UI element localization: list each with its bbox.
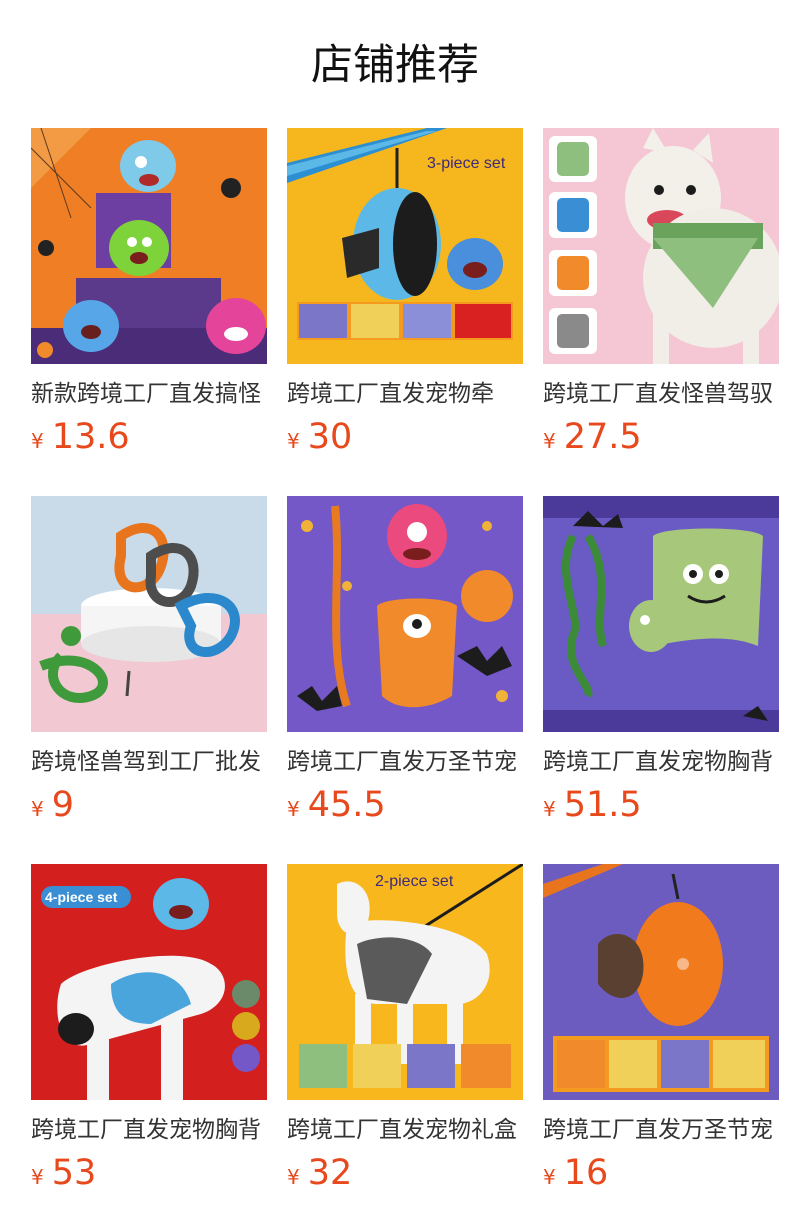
product-grid: 新款跨境工厂直发搞怪 ¥ 13.6 3-piece set 跨境工厂直发宠物牵 … (31, 128, 779, 1193)
currency-symbol: ¥ (31, 429, 44, 453)
product-card[interactable]: 跨境工厂直发宠物胸背 ¥ 51.5 (543, 496, 779, 825)
product-image-blue-harness-on-mannequin[interactable]: 4-piece set (31, 864, 267, 1100)
currency-symbol: ¥ (543, 797, 556, 821)
product-image-dog-leashes-display[interactable] (31, 496, 267, 732)
currency-symbol: ¥ (287, 797, 300, 821)
product-image-halloween-monster-plush-toys[interactable] (31, 128, 267, 364)
product-card[interactable]: 3-piece set 跨境工厂直发宠物牵 ¥ 30 (287, 128, 523, 457)
product-name[interactable]: 跨境工厂直发万圣节宠 (287, 745, 523, 779)
price-value: 16 (563, 1153, 609, 1193)
product-card[interactable]: 2-piece set 跨境工厂直发宠物礼盒 ¥ 32 (287, 864, 523, 1193)
product-price: ¥ 27.5 (543, 415, 642, 459)
product-price: ¥ 9 (31, 783, 74, 827)
price-value: 45.5 (307, 785, 386, 825)
product-card[interactable]: 4-piece set 跨境工厂直发宠物胸背 ¥ 53 (31, 864, 267, 1193)
page-title: 店铺推荐 (310, 40, 479, 89)
currency-symbol: ¥ (287, 1165, 300, 1189)
product-name[interactable]: 跨境怪兽驾到工厂批发 (31, 745, 267, 779)
price-value: 51.5 (563, 785, 642, 825)
product-price: ¥ 32 (287, 1151, 352, 1195)
set-count-label: 3-piece set (427, 155, 506, 172)
product-name[interactable]: 跨境工厂直发宠物胸背 (31, 1113, 267, 1147)
product-card[interactable]: 跨境工厂直发万圣节宠 ¥ 45.5 (287, 496, 523, 825)
product-image-bulldog-wearing-green-harness[interactable] (543, 128, 779, 364)
currency-symbol: ¥ (31, 1165, 44, 1189)
set-count-label: 2-piece set (375, 873, 454, 890)
currency-symbol: ¥ (287, 429, 300, 453)
price-value: 13.6 (51, 417, 130, 457)
product-image-gray-harness-on-mannequin[interactable]: 2-piece set (287, 864, 523, 1100)
product-name[interactable]: 跨境工厂直发万圣节宠 (543, 1113, 779, 1147)
price-value: 32 (307, 1153, 353, 1193)
product-card[interactable]: 跨境工厂直发怪兽驾驭 ¥ 27.5 (543, 128, 779, 457)
product-name[interactable]: 跨境工厂直发怪兽驾驭 (543, 377, 779, 411)
product-name[interactable]: 跨境工厂直发宠物礼盒 (287, 1113, 523, 1147)
product-price: ¥ 16 (543, 1151, 608, 1195)
product-card[interactable]: 跨境怪兽驾到工厂批发 ¥ 9 (31, 496, 267, 825)
price-value: 53 (51, 1153, 97, 1193)
price-value: 30 (307, 417, 353, 457)
currency-symbol: ¥ (543, 1165, 556, 1189)
currency-symbol: ¥ (543, 429, 556, 453)
currency-symbol: ¥ (31, 797, 44, 821)
price-value: 9 (51, 785, 75, 825)
product-image-orange-harness-with-monster-toy[interactable] (287, 496, 523, 732)
product-price: ¥ 13.6 (31, 415, 130, 459)
product-image-poop-bag-holder-set[interactable]: 3-piece set (287, 128, 523, 364)
product-image-green-harness-leash-set[interactable] (543, 496, 779, 732)
product-price: ¥ 45.5 (287, 783, 386, 827)
set-count-label: 4-piece set (45, 889, 118, 905)
product-price: ¥ 30 (287, 415, 352, 459)
product-card[interactable]: 新款跨境工厂直发搞怪 ¥ 13.6 (31, 128, 267, 457)
product-card[interactable]: 跨境工厂直发万圣节宠 ¥ 16 (543, 864, 779, 1193)
product-name[interactable]: 跨境工厂直发宠物胸背 (543, 745, 779, 779)
price-value: 27.5 (563, 417, 642, 457)
product-name[interactable]: 跨境工厂直发宠物牵 (287, 377, 523, 411)
product-price: ¥ 53 (31, 1151, 96, 1195)
product-price: ¥ 51.5 (543, 783, 642, 827)
product-name[interactable]: 新款跨境工厂直发搞怪 (31, 377, 267, 411)
product-image-orange-poop-bag-dispenser[interactable] (543, 864, 779, 1100)
